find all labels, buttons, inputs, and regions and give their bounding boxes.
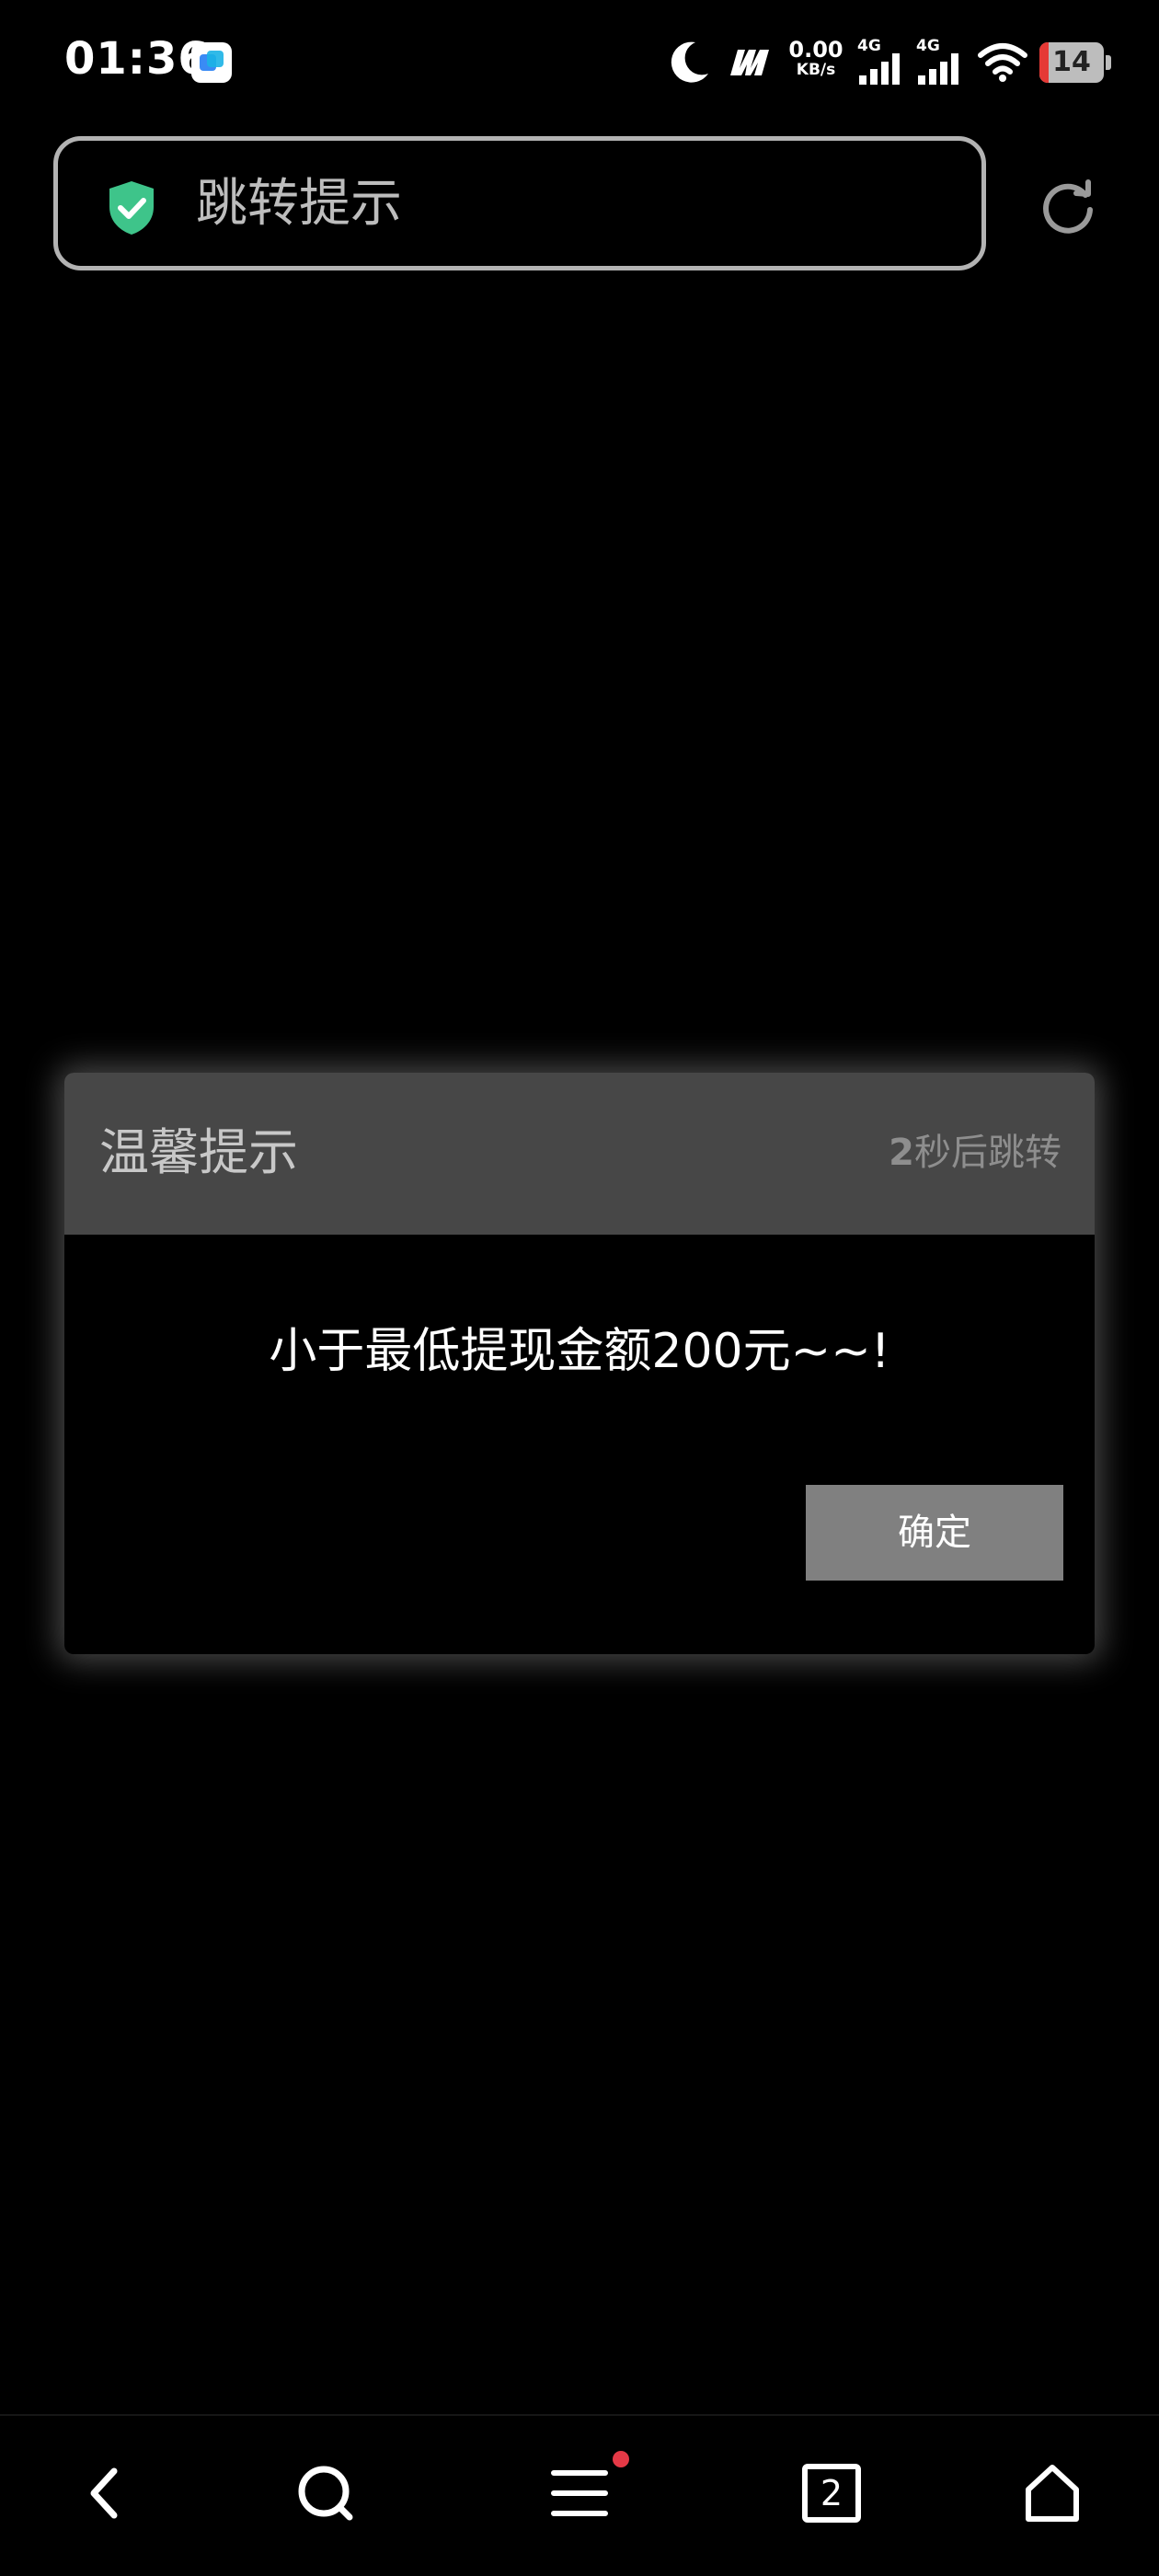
signal-label: 4G: [857, 37, 881, 55]
back-button[interactable]: [33, 2416, 180, 2576]
alert-dialog: 温馨提示 2秒后跳转 小于最低提现金额200元~~! 确定: [64, 1073, 1095, 1654]
status-bar: 01:36 0.00 KB/s 4G 4G 14: [0, 0, 1159, 125]
tab-count: 2: [802, 2464, 861, 2523]
moon-icon: [671, 41, 708, 83]
signal-icon: 4G: [916, 37, 968, 85]
dialog-message: 小于最低提现金额200元~~!: [269, 1324, 890, 1379]
search-button[interactable]: [252, 2416, 399, 2576]
refresh-icon[interactable]: [1039, 178, 1096, 236]
network-speed: 0.00 KB/s: [784, 39, 848, 78]
dialog-title: 温馨提示: [99, 1123, 298, 1181]
app-notification-icon: [191, 42, 232, 83]
hd-icon: [730, 50, 769, 75]
notification-dot: [613, 2451, 629, 2467]
chevron-left-icon: [90, 2467, 118, 2519]
network-speed-value: 0.00: [788, 37, 843, 63]
address-bar[interactable]: 跳转提示: [53, 136, 986, 270]
dialog-countdown: 2秒后跳转: [889, 1130, 1061, 1176]
menu-icon: [551, 2470, 608, 2516]
confirm-button[interactable]: 确定: [806, 1485, 1063, 1581]
menu-button[interactable]: [506, 2416, 653, 2576]
status-time: 01:36: [64, 33, 210, 85]
signal-label: 4G: [916, 37, 940, 55]
dialog-header: 温馨提示 2秒后跳转: [64, 1073, 1095, 1235]
countdown-number: 2: [889, 1132, 914, 1174]
network-speed-unit: KB/s: [796, 61, 836, 79]
status-icons: 0.00 KB/s 4G 4G 14: [668, 33, 1113, 92]
signal-icon: 4G: [857, 37, 909, 85]
shield-check-icon: [109, 181, 154, 235]
tabs-button[interactable]: 2: [758, 2416, 905, 2576]
battery-percent: 14: [1052, 46, 1091, 78]
page-title: 跳转提示: [196, 174, 402, 234]
battery-icon: 14: [1039, 42, 1113, 83]
countdown-suffix: 秒后跳转: [914, 1132, 1061, 1174]
home-icon: [1026, 2465, 1079, 2522]
bottom-navigation: 2: [0, 2414, 1159, 2576]
wifi-icon: [978, 43, 1027, 82]
home-button[interactable]: [979, 2416, 1126, 2576]
screen: 01:36 0.00 KB/s 4G 4G 14 跳转提示 温馨提示 2秒后跳转…: [0, 0, 1159, 2576]
search-icon: [298, 2466, 353, 2521]
